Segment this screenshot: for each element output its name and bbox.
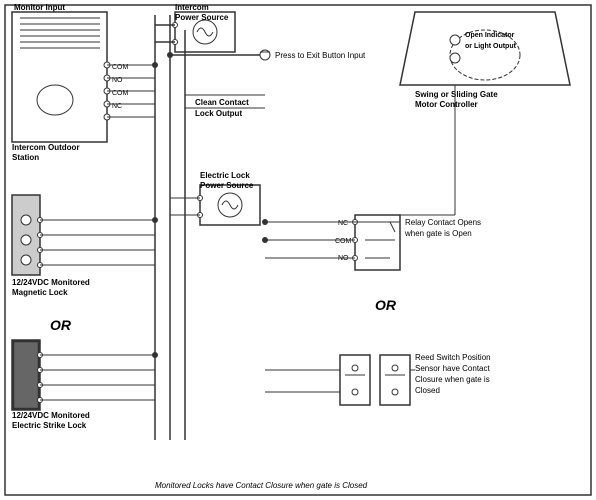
svg-text:COM: COM: [335, 238, 352, 245]
monitor-input-label: Monitor Input: [14, 3, 65, 12]
press-to-exit-label: Press to Exit Button Input: [275, 51, 366, 60]
electric-strike-label: 12/24VDC Monitored: [12, 411, 90, 420]
svg-text:Open Indicator: Open Indicator: [465, 32, 515, 39]
or-label-1: OR: [50, 317, 72, 333]
svg-text:or Light Output: or Light Output: [465, 43, 517, 50]
reed-switch-label4: Closed: [415, 386, 440, 395]
electric-strike-label2: Electric Strike Lock: [12, 421, 87, 430]
svg-text:Electric Lock: Electric Lock: [200, 171, 250, 180]
reed-switch-label2: Sensor have Contact: [415, 364, 490, 373]
swing-gate-label2: Motor Controller: [415, 100, 478, 109]
swing-gate-label: Swing or Sliding Gate: [415, 90, 498, 99]
svg-text:Power Source: Power Source: [175, 13, 229, 22]
magnetic-lock-label2: Magnetic Lock: [12, 288, 68, 297]
reed-switch-label: Reed Switch Position: [415, 353, 491, 362]
svg-text:NC: NC: [338, 220, 348, 227]
relay-contact-label2: when gate is Open: [404, 229, 472, 238]
clean-contact-label2: Lock Output: [195, 109, 242, 118]
reed-switch-label3: Closure when gate is: [415, 375, 490, 384]
intercom-outdoor-label2: Station: [12, 153, 39, 162]
magnetic-lock-label: 12/24VDC Monitored: [12, 278, 90, 287]
diagram-container: COM NO COM NC Monitor Input Intercom Out…: [0, 0, 596, 500]
svg-text:Intercom: Intercom: [175, 3, 209, 12]
relay-contact-label: Relay Contact Opens: [405, 218, 481, 227]
svg-text:Power Source: Power Source: [200, 181, 254, 190]
monitored-locks-label: Monitored Locks have Contact Closure whe…: [155, 481, 368, 490]
clean-contact-label: Clean Contact: [195, 98, 249, 107]
or-label-2: OR: [375, 297, 397, 313]
intercom-outdoor-label: Intercom Outdoor: [12, 143, 80, 152]
